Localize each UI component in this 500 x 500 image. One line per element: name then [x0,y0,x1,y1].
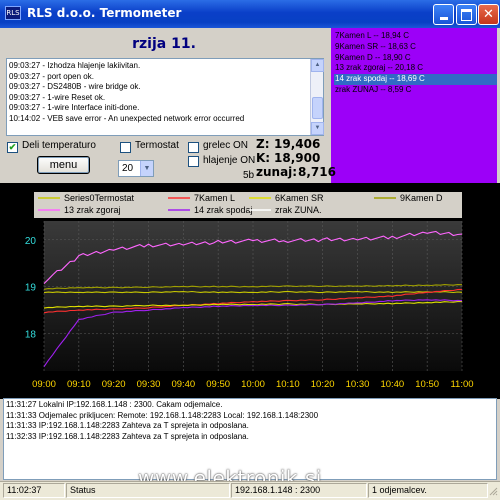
x-tick-label: 09:20 [102,379,126,390]
network-log-line: 11:31:33 Odjemalec prikljucen: Remote: 1… [6,410,319,420]
legend-label: 6Kamen SR [275,193,324,203]
sensor-list-item[interactable]: 9Kamen SR -- 18,63 C [334,42,497,53]
x-tick-label: 09:30 [137,379,161,390]
app-icon[interactable]: RLS [5,6,21,20]
x-tick-label: 10:30 [346,379,370,390]
deli-temperature-checkbox[interactable]: ✔ [7,142,18,153]
log-scrollbar[interactable]: ▲ ▼ [310,59,324,135]
plot-area [44,221,462,371]
x-tick-label: 10:20 [311,379,335,390]
log-line: 09:03:27 - DS2480B - wire bridge ok. [9,82,141,92]
status-clients: 1 odjemalcev. [368,483,488,498]
window-title: RLS d.o.o. Termometer [27,6,182,20]
deli-temperature-label: Deli temperaturo [22,140,96,151]
legend-label: 14 zrak spodaj [194,205,253,215]
status-time: 11:02:37 [3,483,65,498]
x-tick-label: 09:10 [67,379,91,390]
sensor-list-item-selected[interactable]: 14 zrak spodaj -- 18,69 C [334,74,497,85]
close-button[interactable]: ✕ [478,4,499,25]
log-line: 09:03:27 - 1-wire Interface initi-done. [9,103,140,113]
event-log[interactable]: 09:03:27 - Izhodza hlajenje lakiivitan. … [6,58,324,136]
maximize-icon [461,9,472,21]
y-tick-label: 19 [25,283,37,294]
chart-legend: Series0Termostat 7Kamen L 6Kamen SR 9Kamen … [34,192,462,218]
y-tick-label: 18 [25,330,37,341]
x-tick-label: 09:50 [206,379,230,390]
scroll-up-icon[interactable]: ▲ [311,59,324,72]
legend-label: zrak ZUNA. [275,205,322,215]
sensor-list-item[interactable]: 13 zrak zgoraj -- 20,18 C [334,63,497,74]
sensor-list-item[interactable]: 9Kamen D -- 18,90 C [334,53,497,64]
hlajenje-label: hlajenje ON [203,155,256,166]
grelec-label: grelec ON [203,140,249,151]
k-readout-label: K: [256,151,271,165]
x-tick-label: 10:00 [241,379,265,390]
z-readout-value: 19,406 [274,137,321,151]
k-readout-value: 18,900 [274,151,321,165]
x-tick-label: 11:00 [450,379,473,390]
x-tick-label: 10:40 [380,379,404,390]
x-tick-label: 09:00 [32,379,56,390]
network-log-line: 11:31:27 Lokalni IP:192.168.1.148 : 2300… [6,400,223,409]
termostat-label: Termostat [135,140,179,151]
resize-grip-icon[interactable] [488,485,498,497]
status-ip: 192.168.1.148 : 2300 [231,483,367,498]
termostat-checkbox[interactable] [120,142,131,153]
scroll-down-icon[interactable]: ▼ [311,122,324,135]
close-icon: ✕ [483,7,494,22]
legend-label: 7Kamen L [194,193,235,203]
legend-label: Series0Termostat [64,193,135,203]
network-log-line: 11:32:33 IP:192.168.1.148:2283 Zahteva z… [6,431,249,441]
legend-label: 9Kamen D [400,193,443,203]
minimize-icon [439,17,448,20]
sensor-list-item[interactable]: 7Kamen L -- 18,94 C [334,31,497,42]
zunaj-readout-label: zunaj: [256,165,298,179]
z-readout-label: Z: [256,137,270,151]
legend-svg: Series0Termostat 7Kamen L 6Kamen SR 9Kamen … [38,193,443,215]
minimize-button[interactable] [433,4,454,25]
grelec-checkbox[interactable] [188,142,199,153]
menu-button[interactable]: menu [37,156,90,174]
maximize-button[interactable] [456,4,477,25]
status-text: Status [66,483,230,498]
sensor-number: 5b [243,170,255,181]
log-line: 09:03:27 - 1-wire Reset ok. [9,92,106,102]
network-log-line: 11:31:33 IP:192.168.1.148:2283 Zahteva z… [6,421,249,430]
hlajenje-checkbox[interactable] [188,156,199,167]
log-line: 09:03:27 - Izhodza hlajenje lakiivitan. [9,61,141,70]
check-icon: ✔ [8,142,17,152]
chevron-down-icon[interactable]: ▼ [140,161,153,176]
zunaj-readout-value: 8,716 [298,165,336,179]
legend-label: 13 zrak zgoraj [64,205,121,215]
x-tick-label: 10:50 [415,379,439,390]
page-title: rzija 11. [132,36,196,52]
sensor-list-item[interactable]: zrak ZUNAJ -- 8,59 C [334,85,497,96]
scroll-thumb[interactable] [312,97,323,119]
log-line: 10:14:02 - VEB save error - An unexpecte… [9,113,245,123]
log-line: 09:03:27 - port open ok. [9,71,94,81]
sensor-list[interactable]: 7Kamen L -- 18,94 C 9Kamen SR -- 18,63 C… [331,28,497,183]
y-tick-label: 20 [25,236,37,247]
x-tick-label: 09:40 [171,379,195,390]
x-tick-label: 10:10 [276,379,300,390]
